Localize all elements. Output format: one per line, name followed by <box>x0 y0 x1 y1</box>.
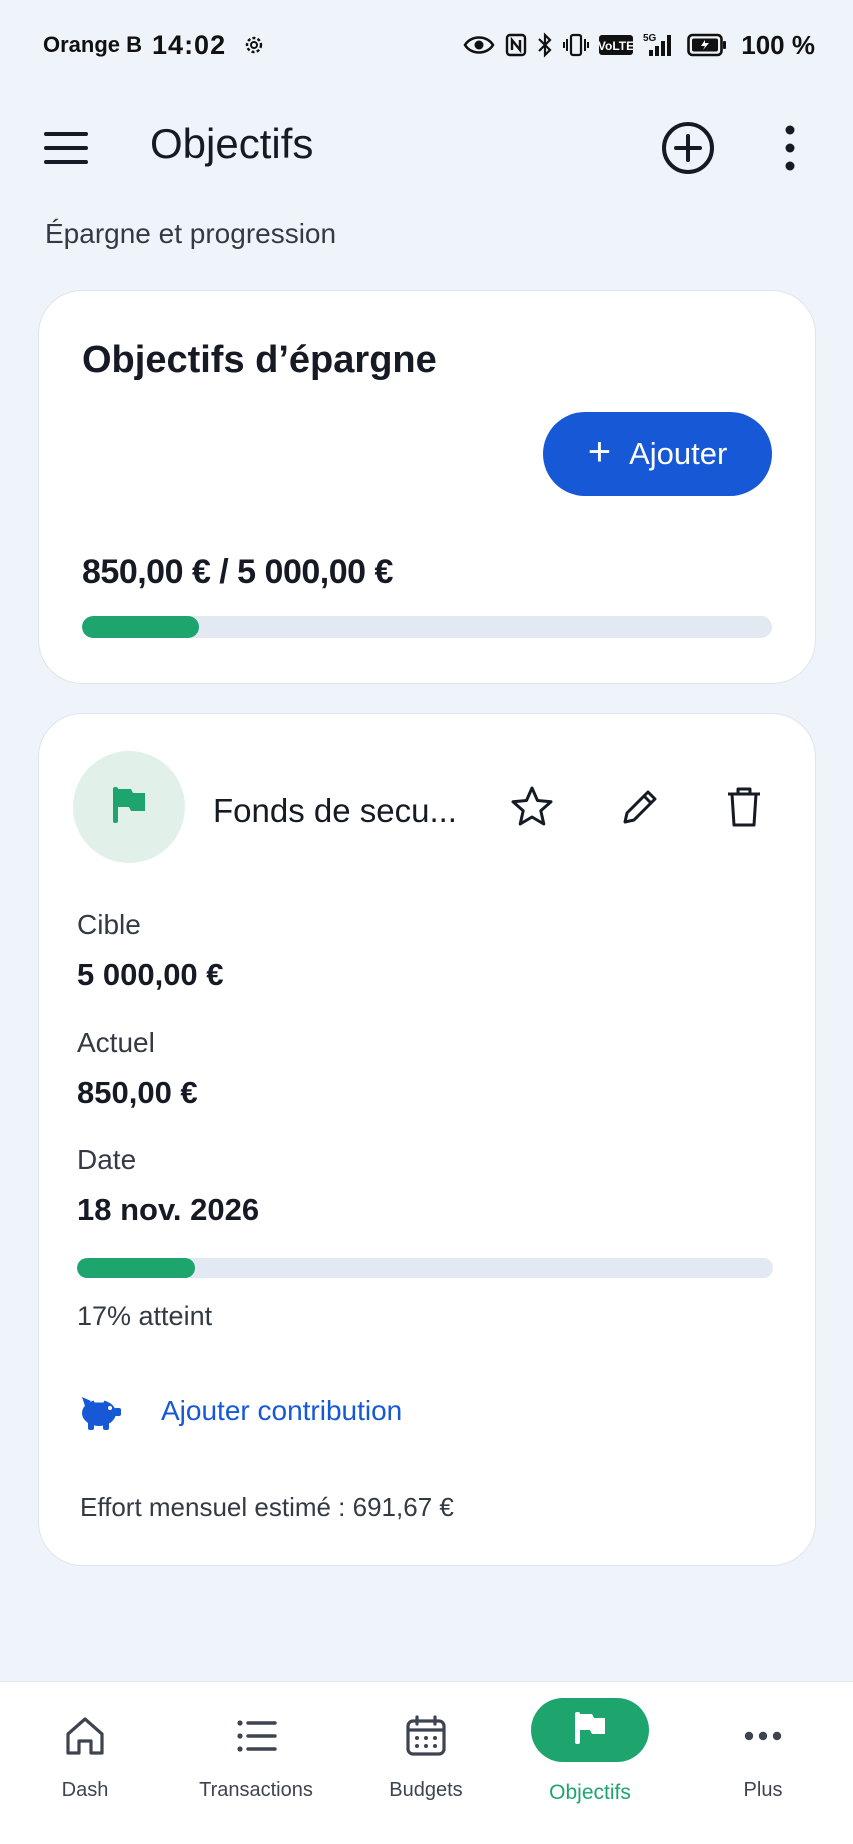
nfc-icon <box>505 33 527 57</box>
current-label: Actuel <box>77 1027 155 1058</box>
nav-item-objectifs[interactable]: Objectifs <box>505 1682 675 1832</box>
goal-avatar <box>73 751 185 863</box>
nav-label-plus: Plus <box>743 1779 783 1801</box>
target-label: Cible <box>77 909 141 940</box>
nav-item-transactions[interactable]: Transactions <box>171 1682 341 1832</box>
goal-progress-text: 17% atteint <box>77 1301 213 1331</box>
signal-5g-icon: 5G <box>643 32 677 58</box>
add-goal-button[interactable]: + Ajouter <box>543 412 772 496</box>
nav-label-objectifs: Objectifs <box>549 1781 631 1804</box>
menu-icon[interactable] <box>44 128 88 168</box>
calendar-icon <box>402 1712 450 1760</box>
add-circle-icon[interactable] <box>660 120 716 176</box>
active-nav-pill <box>531 1698 649 1762</box>
list-icon <box>232 1712 280 1760</box>
battery-icon <box>687 33 727 57</box>
home-icon <box>61 1712 109 1760</box>
carrier-name: Orange B <box>43 32 143 57</box>
add-contribution-link[interactable]: Ajouter contribution <box>161 1395 402 1427</box>
status-bar: Orange B 14:02 VoLTE 5G 100 % <box>0 0 853 90</box>
savings-total-amounts: 850,00 € / 5 000,00 € <box>82 553 393 591</box>
nav-item-budgets[interactable]: Budgets <box>341 1682 511 1832</box>
add-goal-button-label: Ajouter <box>629 436 728 471</box>
page-subtitle: Épargne et progression <box>45 218 337 249</box>
app-bar: Objectifs <box>0 100 853 196</box>
nav-label-transactions: Transactions <box>199 1779 313 1801</box>
bluetooth-icon <box>537 32 553 58</box>
plus-icon: + <box>587 430 612 474</box>
savings-progress-fill <box>82 616 200 638</box>
monthly-effort-text: Effort mensuel estimé : 691,67 € <box>80 1492 454 1522</box>
star-icon[interactable] <box>509 784 555 830</box>
target-value: 5 000,00 € <box>77 957 224 992</box>
nav-label-dash: Dash <box>61 1779 109 1801</box>
date-label: Date <box>77 1144 137 1175</box>
battery-level: 100 % <box>741 29 815 60</box>
vibrate-icon <box>563 33 590 57</box>
date-value: 18 nov. 2026 <box>77 1192 260 1227</box>
status-icons: VoLTE 5G 100 % <box>463 30 815 61</box>
more-vertical-icon[interactable] <box>775 122 805 174</box>
more-horizontal-icon <box>739 1712 787 1760</box>
current-value: 850,00 € <box>77 1075 198 1110</box>
goal-progress-bar <box>77 1258 773 1278</box>
add-contribution-row[interactable]: Ajouter contribution <box>77 1386 402 1436</box>
flag-icon <box>107 783 151 832</box>
nav-label-budgets: Budgets <box>389 1779 463 1801</box>
goal-progress-fill <box>77 1258 196 1278</box>
clock: 14:02 <box>152 29 227 60</box>
edit-pencil-icon[interactable] <box>617 784 663 830</box>
savings-summary-card: Objectifs d’épargne + Ajouter 850,00 € /… <box>38 290 816 684</box>
eye-icon <box>463 34 495 56</box>
page-title: Objectifs <box>150 120 314 167</box>
savings-card-title: Objectifs d’épargne <box>82 339 437 381</box>
nav-item-plus[interactable]: Plus <box>678 1682 848 1832</box>
nav-item-dash[interactable]: Dash <box>0 1682 170 1832</box>
goal-card: Fonds de secu... Cible 5 000,00 € Actuel… <box>38 713 816 1566</box>
svg-text:5G: 5G <box>643 33 657 44</box>
savings-progress-bar <box>82 616 772 638</box>
bottom-navigation: Dash Transactions Budgets Objectifs Plus <box>0 1681 853 1844</box>
flag-icon <box>570 1708 610 1753</box>
goal-name: Fonds de secu... <box>213 792 457 829</box>
settings-gear-icon <box>242 33 266 57</box>
piggy-bank-icon <box>77 1388 123 1434</box>
svg-text:VoLTE: VoLTE <box>599 39 633 53</box>
volte-icon: VoLTE <box>599 34 634 56</box>
trash-icon[interactable] <box>722 784 766 830</box>
